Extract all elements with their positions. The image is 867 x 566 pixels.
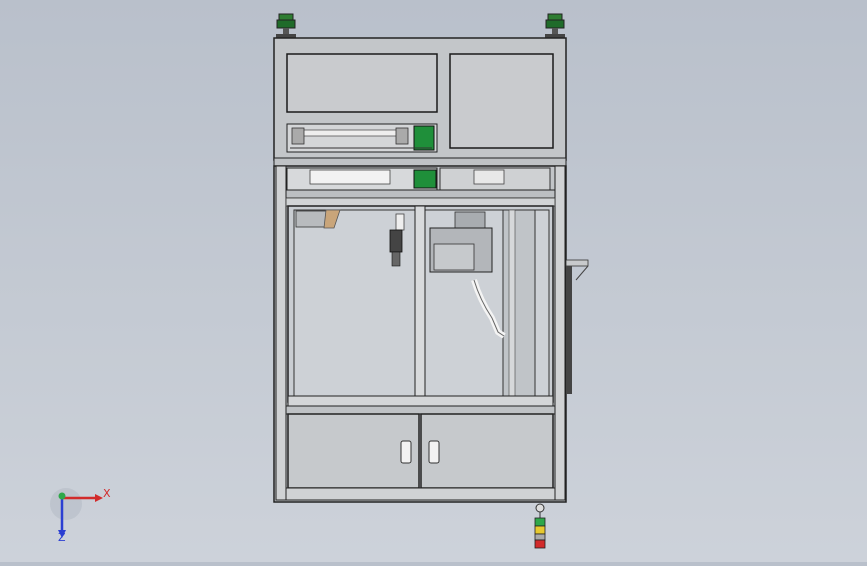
motor-upper: [413, 125, 435, 151]
cabinet-handle-left-icon: [400, 440, 412, 464]
y-axis-marker: [58, 492, 66, 500]
leveling-foot-right-icon: [545, 13, 565, 38]
lower-cabinet: [285, 405, 556, 501]
top-housing: [273, 37, 567, 167]
side-bracket: [565, 259, 589, 394]
z-axis-label: Z: [58, 531, 66, 544]
machine-drawing: [50, 13, 589, 549]
cabinet-door-right: [420, 413, 554, 489]
glass-window: [287, 205, 554, 407]
x-axis-label: X: [103, 487, 111, 500]
cabinet-door-left: [287, 413, 420, 489]
cad-viewport[interactable]: X Y Z: [0, 0, 867, 562]
motor-lower: [413, 169, 437, 189]
leveling-foot-left-icon: [276, 13, 296, 38]
signal-tower-icon: [534, 503, 546, 549]
cabinet-handle-right-icon: [428, 440, 440, 464]
